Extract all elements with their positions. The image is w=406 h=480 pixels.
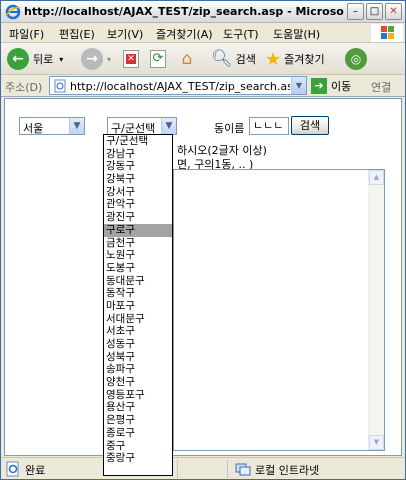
title-bar: http://localhost/AJAX_TEST/zip_search.as… [1, 1, 405, 23]
district-dropdown-list: 구/군선택 강남구 강동구 강북구 강서구 관악구 광진구 구로구 금천구 노원구 도봉구 동대문구 동… [103, 134, 173, 476]
forward-button[interactable]: → ▾ [81, 47, 111, 71]
district-option[interactable]: 노원구 [104, 249, 172, 262]
chevron-down-icon: ▾ [59, 54, 64, 64]
district-option[interactable]: 동대문구 [104, 275, 172, 288]
status-divider [227, 460, 228, 478]
district-option[interactable]: 용산구 [104, 401, 172, 414]
back-label: 뒤로 [33, 53, 54, 66]
media-icon: ◎ [345, 48, 367, 70]
search-icon: 🔍︎ [211, 49, 233, 69]
district-option[interactable]: 서대문구 [104, 313, 172, 326]
navigation-toolbar: ← 뒤로 ▾ → ▾ ✕ ⟳ ⌂ 🔍︎ 검색 ★ 즐겨찾기 ◎ [1, 43, 405, 75]
intranet-icon [235, 463, 251, 476]
stop-icon: ✕ [123, 50, 139, 68]
menu-tools[interactable]: 도구(T) [223, 26, 259, 42]
browser-window: http://localhost/AJAX_TEST/zip_search.as… [0, 0, 406, 480]
chevron-down-icon[interactable]: ▼ [161, 118, 176, 134]
district-option[interactable]: 마포구 [104, 300, 172, 313]
district-option[interactable]: 금천구 [104, 237, 172, 250]
district-select[interactable]: 구/군선택 ▼ [107, 117, 177, 135]
menu-edit[interactable]: 편집(E) [59, 26, 95, 42]
maximize-button[interactable]: □ [366, 3, 383, 20]
status-bar: 완료 로컬 인트라넷 [1, 457, 405, 479]
district-option[interactable]: 도봉구 [104, 262, 172, 275]
page-icon [54, 79, 66, 93]
go-arrow-icon: ➔ [311, 78, 327, 94]
menu-favorites[interactable]: 즐겨찾기(A) [156, 26, 213, 42]
district-option[interactable]: 종로구 [104, 427, 172, 440]
district-option[interactable]: 동작구 [104, 287, 172, 300]
search-button[interactable]: 🔍︎ 검색 [211, 47, 256, 71]
district-option[interactable]: 구로구 [104, 223, 172, 237]
result-textarea[interactable]: ▲ ▼ [173, 169, 385, 451]
ie-logo-icon [5, 4, 21, 20]
city-select-value: 서울 [23, 122, 44, 135]
result-scrollbar[interactable]: ▲ ▼ [368, 170, 384, 450]
refresh-button[interactable]: ⟳ [150, 47, 166, 71]
windows-flag-icon [371, 24, 403, 42]
chevron-down-icon[interactable]: ▼ [291, 77, 306, 94]
district-option[interactable]: 구/군선택 [104, 135, 172, 148]
back-button[interactable]: ← 뒤로 ▾ [7, 47, 63, 71]
chevron-down-icon: ▾ [107, 54, 112, 64]
address-url: http://localhost/AJAX_TEST/zip_search.as… [70, 80, 290, 93]
district-option[interactable]: 성동구 [104, 338, 172, 351]
page-done-icon [6, 461, 19, 477]
district-option[interactable]: 양천구 [104, 376, 172, 389]
scroll-up-icon[interactable]: ▲ [369, 170, 384, 185]
forward-arrow-icon: → [81, 48, 103, 70]
dong-input[interactable]: ㄴㄴㄴ [249, 117, 289, 135]
address-label: 주소(D) [5, 81, 43, 94]
district-option[interactable]: 송파구 [104, 363, 172, 376]
search-label: 검색 [235, 53, 256, 66]
district-option[interactable]: 영등포구 [104, 389, 172, 402]
zone-text: 로컬 인트라넷 [255, 464, 320, 477]
page-content: 서울 ▼ 구/군선택 ▼ 동이름 : ㄴㄴㄴ 검색 하시오(2글자 이상) 면,… [4, 98, 402, 456]
district-option[interactable]: 중랑구 [104, 452, 172, 465]
menu-view[interactable]: 보기(V) [107, 26, 143, 42]
status-divider [177, 460, 178, 478]
favorites-label: 즐겨찾기 [284, 53, 325, 66]
city-select[interactable]: 서울 ▼ [19, 117, 85, 135]
stop-button[interactable]: ✕ [123, 47, 139, 71]
go-label: 이동 [331, 80, 352, 93]
district-option[interactable]: 강서구 [104, 186, 172, 199]
dong-label: 동이름 : [214, 122, 252, 135]
go-button[interactable]: ➔ 이동 [311, 77, 351, 95]
media-button[interactable]: ◎ [345, 47, 367, 71]
district-option[interactable]: 강동구 [104, 160, 172, 173]
district-option[interactable]: 관악구 [104, 198, 172, 211]
district-option[interactable]: 서초구 [104, 325, 172, 338]
close-button[interactable]: ✕ [385, 3, 402, 20]
status-text: 완료 [25, 464, 46, 477]
refresh-icon: ⟳ [150, 50, 166, 68]
menu-help[interactable]: 도움말(H) [273, 26, 320, 42]
star-icon: ★ [265, 48, 282, 70]
chevron-down-icon[interactable]: ▼ [69, 118, 84, 134]
district-option[interactable]: 강북구 [104, 173, 172, 186]
minimize-button[interactable]: – [347, 3, 364, 20]
scroll-down-icon[interactable]: ▼ [369, 435, 384, 450]
home-button[interactable]: ⌂ [177, 47, 197, 71]
menu-file[interactable]: 파일(F) [9, 26, 44, 42]
district-option[interactable]: 강남구 [104, 148, 172, 161]
district-option[interactable]: 중구 [104, 440, 172, 453]
district-option[interactable]: 광진구 [104, 211, 172, 224]
district-option[interactable]: 성북구 [104, 351, 172, 364]
district-option[interactable]: 은평구 [104, 414, 172, 427]
links-label[interactable]: 연결 [371, 79, 391, 95]
menu-bar: 파일(F) 편집(E) 보기(V) 즐겨찾기(A) 도구(T) 도움말(H) [1, 23, 405, 43]
address-input[interactable]: http://localhost/AJAX_TEST/zip_search.as… [49, 76, 307, 95]
address-bar: 주소(D) http://localhost/AJAX_TEST/zip_sea… [1, 75, 405, 97]
back-arrow-icon: ← [7, 48, 29, 70]
search-submit-button[interactable]: 검색 [291, 116, 329, 135]
home-icon: ⌂ [181, 49, 193, 69]
window-title: http://localhost/AJAX_TEST/zip_search.as… [24, 5, 344, 18]
favorites-button[interactable]: ★ 즐겨찾기 [265, 47, 325, 71]
